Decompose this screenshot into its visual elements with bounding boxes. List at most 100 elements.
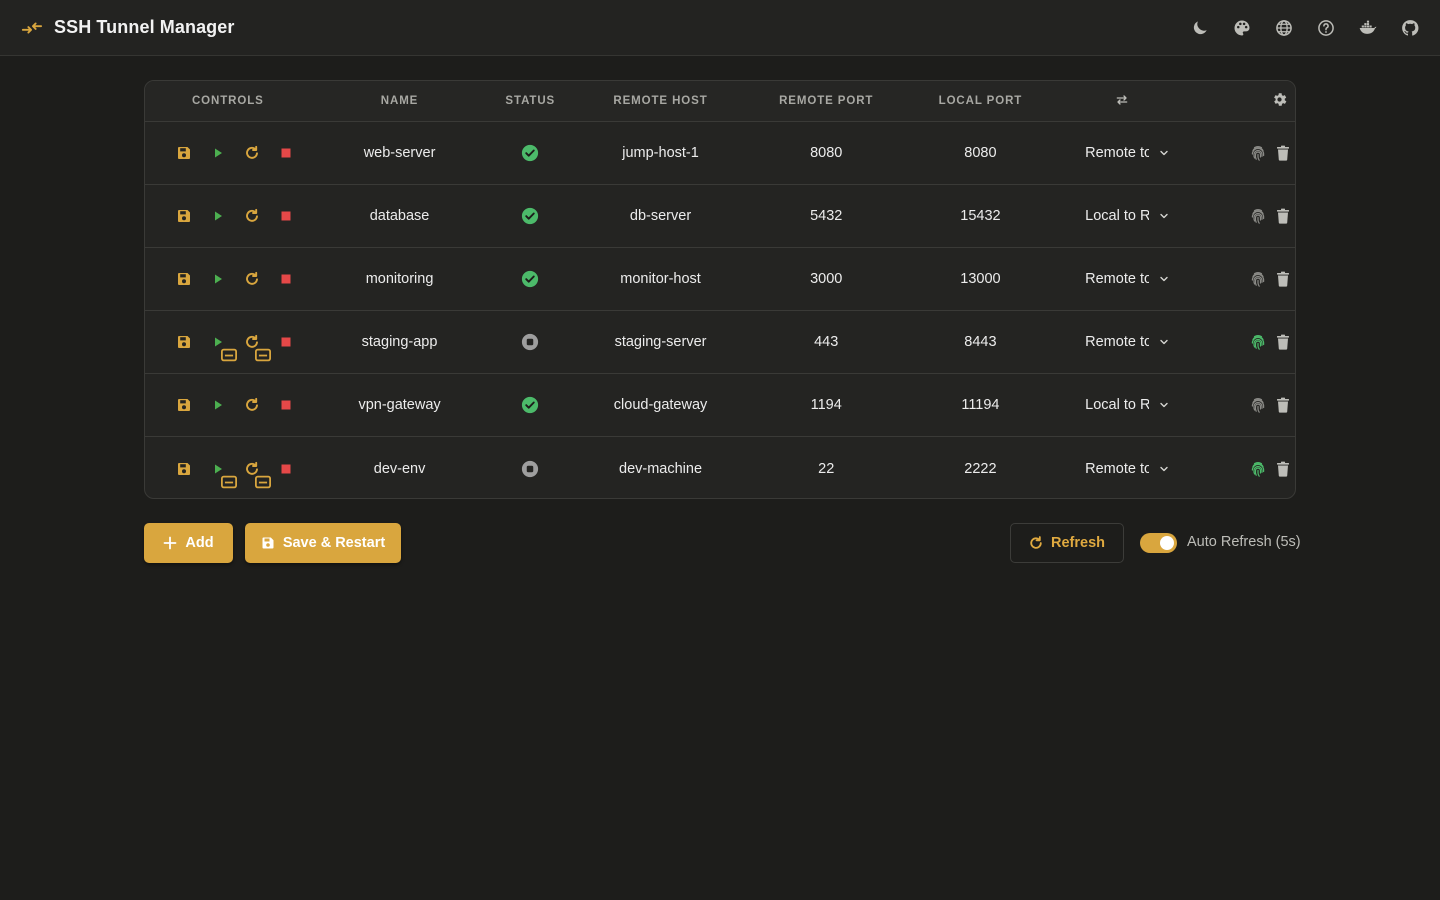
fingerprint-button[interactable]	[1246, 264, 1271, 294]
auto-refresh-toggle[interactable]	[1140, 533, 1177, 553]
palette-icon[interactable]	[1228, 14, 1256, 42]
restart-tunnel-button[interactable]	[235, 138, 269, 168]
restart-tunnel-button[interactable]	[235, 201, 269, 231]
status-indicator	[488, 248, 572, 310]
restart-tunnel-button[interactable]	[235, 454, 271, 488]
direction-cell: Remote to Local	[1057, 311, 1187, 373]
restart-tunnel-button[interactable]	[235, 390, 269, 420]
save-tunnel-button[interactable]	[167, 327, 201, 357]
fingerprint-button[interactable]	[1246, 390, 1271, 420]
table-row: monitoring monitor-host 3000 13000 Remot…	[145, 248, 1295, 311]
delete-tunnel-button[interactable]	[1271, 201, 1295, 231]
direction-select[interactable]: Remote to Local	[1085, 271, 1177, 287]
stop-tunnel-button[interactable]	[269, 138, 303, 168]
delete-tunnel-button[interactable]	[1271, 327, 1295, 357]
delete-tunnel-button[interactable]	[1271, 264, 1295, 294]
save-tunnel-button[interactable]	[167, 454, 201, 484]
direction-select[interactable]: Remote to Local	[1085, 334, 1177, 350]
terminal-badge-icon	[255, 474, 271, 488]
fingerprint-button[interactable]	[1246, 454, 1271, 484]
direction-cell: Local to Remote	[1057, 374, 1187, 436]
local-port: 8080	[964, 145, 997, 161]
stop-tunnel-button[interactable]	[269, 264, 303, 294]
direction-select[interactable]: Remote to Local	[1085, 461, 1177, 477]
status-indicator	[488, 437, 572, 498]
status-stopped-icon	[521, 333, 539, 351]
refresh-button[interactable]: Refresh	[1010, 523, 1124, 563]
save-icon	[176, 145, 192, 161]
stop-icon	[278, 334, 294, 350]
start-tunnel-button[interactable]	[201, 327, 237, 362]
start-tunnel-button[interactable]	[201, 138, 235, 168]
restart-tunnel-button[interactable]	[235, 264, 269, 294]
remote-host: cloud-gateway	[613, 397, 708, 413]
direction-select[interactable]: Local to Remote	[1085, 397, 1177, 413]
row-actions	[1187, 185, 1295, 247]
stop-icon	[278, 461, 294, 477]
toggle-knob	[1160, 536, 1174, 550]
stop-tunnel-button[interactable]	[269, 390, 303, 420]
stop-tunnel-button[interactable]	[269, 327, 303, 357]
add-button[interactable]: Add	[144, 523, 233, 563]
save-icon	[176, 397, 192, 413]
save-icon	[262, 537, 274, 549]
auto-refresh-label: Auto Refresh (5s)	[1187, 534, 1301, 550]
direction-cell: Remote to Local	[1057, 122, 1187, 184]
fingerprint-button[interactable]	[1246, 201, 1271, 231]
play-icon	[210, 397, 226, 413]
globe-icon[interactable]	[1270, 14, 1298, 42]
fingerprint-button[interactable]	[1246, 327, 1271, 357]
fingerprint-icon	[1249, 270, 1267, 288]
row-controls	[145, 248, 311, 310]
restart-tunnel-button[interactable]	[235, 327, 271, 362]
top-bar: SSH Tunnel Manager	[0, 0, 1440, 56]
header-settings[interactable]	[1187, 81, 1295, 121]
status-running-icon	[521, 144, 539, 162]
save-icon	[176, 208, 192, 224]
header-local-port: LOCAL PORT	[938, 95, 1023, 107]
direction-value: Remote to Local	[1085, 145, 1149, 161]
delete-tunnel-button[interactable]	[1271, 390, 1295, 420]
direction-select[interactable]: Local to Remote	[1085, 208, 1177, 224]
stop-icon	[278, 271, 294, 287]
status-indicator	[488, 185, 572, 247]
table-row: dev-env dev-machine 22 2222 Remote to Lo…	[145, 437, 1295, 498]
fingerprint-icon	[1249, 207, 1267, 225]
github-icon[interactable]	[1396, 14, 1424, 42]
tunnel-arrows-icon	[20, 16, 44, 40]
fingerprint-button[interactable]	[1246, 138, 1271, 168]
help-icon[interactable]	[1312, 14, 1340, 42]
restart-icon	[244, 271, 260, 287]
start-tunnel-button[interactable]	[201, 390, 235, 420]
tunnel-name: web-server	[363, 145, 436, 161]
start-tunnel-button[interactable]	[201, 264, 235, 294]
direction-value: Remote to Local	[1085, 271, 1149, 287]
delete-tunnel-button[interactable]	[1271, 138, 1295, 168]
stop-icon	[278, 208, 294, 224]
direction-cell: Remote to Local	[1057, 437, 1187, 498]
gear-icon[interactable]	[1271, 91, 1288, 111]
direction-select[interactable]: Remote to Local	[1085, 145, 1177, 161]
chevron-down-icon	[1159, 148, 1169, 158]
save-tunnel-button[interactable]	[167, 264, 201, 294]
docker-icon[interactable]	[1354, 14, 1382, 42]
start-tunnel-button[interactable]	[201, 201, 235, 231]
play-icon	[210, 208, 226, 224]
start-tunnel-button[interactable]	[201, 454, 237, 488]
moon-icon[interactable]	[1186, 14, 1214, 42]
status-stopped-icon	[521, 460, 539, 478]
save-tunnel-button[interactable]	[167, 201, 201, 231]
fingerprint-icon	[1249, 460, 1267, 478]
status-indicator	[488, 311, 572, 373]
delete-tunnel-button[interactable]	[1271, 454, 1295, 484]
stop-icon	[278, 397, 294, 413]
status-indicator	[488, 374, 572, 436]
stop-tunnel-button[interactable]	[269, 201, 303, 231]
save-tunnel-button[interactable]	[167, 138, 201, 168]
stop-tunnel-button[interactable]	[269, 454, 303, 484]
save-restart-button[interactable]: Save & Restart	[245, 523, 401, 563]
save-tunnel-button[interactable]	[167, 390, 201, 420]
refresh-button-label: Refresh	[1051, 535, 1105, 551]
table-row: staging-app staging-server 443 8443 Remo…	[145, 311, 1295, 374]
trash-icon	[1274, 396, 1292, 414]
